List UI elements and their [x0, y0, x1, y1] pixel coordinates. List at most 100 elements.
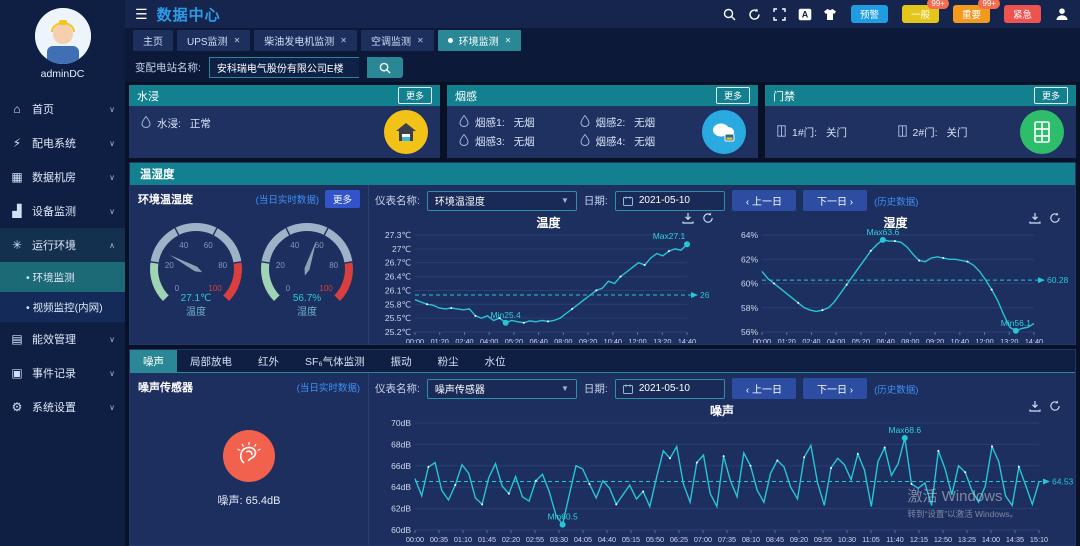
station-name-input[interactable]: 安科瑞电气股份有限公司E楼: [209, 57, 359, 78]
close-icon[interactable]: ✕: [505, 36, 512, 45]
sidebar-item-设备监测[interactable]: ▟设备监测∨: [0, 194, 125, 228]
history-data-link[interactable]: (历史数据): [874, 382, 918, 396]
next-day-button[interactable]: 下一日 ›: [803, 190, 867, 211]
sidebar-item-label: 系统设置: [32, 399, 101, 415]
env-tab-SF₆气体监测[interactable]: SF₆气体监测: [292, 350, 378, 372]
close-icon[interactable]: ✕: [234, 36, 241, 45]
sidebar-item-数据机房[interactable]: ▦数据机房∨: [0, 160, 125, 194]
chevron-down-icon: ∨: [109, 335, 115, 344]
refresh-icon[interactable]: [1049, 212, 1061, 224]
theme-icon[interactable]: [822, 6, 838, 22]
smoke-cloud-icon: [702, 110, 746, 154]
alarm-badge-重要[interactable]: 重要99+: [953, 5, 990, 23]
meter-select[interactable]: 噪声传感器 ▼: [427, 379, 577, 399]
meter-select[interactable]: 环境温湿度 ▼: [427, 191, 577, 211]
prev-day-button[interactable]: ‹ 上一日: [732, 190, 796, 211]
content: 水浸更多水浸: 正常烟感更多烟感1: 无烟烟感2: 无烟烟感3: 无烟烟感4: …: [125, 82, 1080, 546]
avatar[interactable]: [35, 8, 91, 64]
tab-柴油发电机监测[interactable]: 柴油发电机监测✕: [254, 30, 357, 51]
svg-text:13:20: 13:20: [653, 337, 671, 343]
svg-text:02:40: 02:40: [802, 337, 820, 343]
card-items: 烟感1: 无烟烟感2: 无烟烟感3: 无烟烟感4: 无烟: [459, 115, 694, 149]
submenu-item-视频监控(内网)[interactable]: • 视频监控(内网): [0, 292, 125, 322]
svg-text:10:40: 10:40: [604, 337, 622, 343]
svg-text:08:00: 08:00: [554, 337, 572, 343]
chevron-down-icon: ∨: [109, 105, 115, 114]
alarm-badge-一般[interactable]: 一般99+: [902, 5, 939, 23]
next-day-button[interactable]: 下一日 ›: [803, 378, 867, 399]
alarm-badge-紧急[interactable]: 紧急: [1004, 5, 1041, 23]
download-icon[interactable]: [682, 212, 694, 224]
sidebar-item-label: 数据机房: [32, 169, 101, 185]
more-button[interactable]: 更多: [716, 87, 750, 104]
date-picker[interactable]: 2021-05-10: [615, 379, 725, 399]
tab-label: UPS监测: [187, 33, 228, 48]
sidebar-item-系统设置[interactable]: ⚙系统设置∨: [0, 390, 125, 424]
more-button[interactable]: 更多: [398, 87, 432, 104]
door-icon: [777, 125, 786, 140]
svg-text:12:00: 12:00: [975, 337, 993, 343]
hamburger-menu-icon[interactable]: ☰: [135, 6, 148, 23]
tab-主页[interactable]: 主页: [133, 30, 173, 51]
sidebar-item-配电系统[interactable]: ⚡配电系统∨: [0, 126, 125, 160]
sidebar-item-运行环境[interactable]: ✳运行环境∧: [0, 228, 125, 262]
alarm-count-badge: 99+: [927, 0, 949, 9]
sidebar-item-事件记录[interactable]: ▣事件记录∨: [0, 356, 125, 390]
date-picker[interactable]: 2021-05-10: [615, 191, 725, 211]
realtime-data-label: (当日实时数据): [256, 192, 319, 206]
noise-panel: 噪声局部放电红外SF₆气体监测振动粉尘水位 噪声传感器 (当日实时数据): [129, 349, 1076, 546]
submenu-item-环境监测[interactable]: • 环境监测: [0, 262, 125, 292]
download-icon[interactable]: [1029, 212, 1041, 224]
sensor-label: 水浸:: [157, 116, 181, 131]
env-icon: ✳: [10, 238, 24, 252]
environment-tabs: 噪声局部放电红外SF₆气体监测振动粉尘水位: [130, 350, 1075, 373]
history-data-link[interactable]: (历史数据): [874, 194, 918, 208]
search-icon[interactable]: [722, 6, 738, 22]
svg-text:100: 100: [319, 284, 333, 293]
calendar-icon: [623, 384, 633, 394]
refresh-icon[interactable]: [747, 6, 763, 22]
svg-text:00:00: 00:00: [753, 337, 771, 343]
droplet-icon: [459, 134, 469, 149]
power-icon: ⚡: [10, 136, 24, 150]
svg-text:10:40: 10:40: [951, 337, 969, 343]
sensor-status-item: 烟感2: 无烟: [580, 115, 695, 130]
svg-text:25.2℃: 25.2℃: [385, 327, 412, 337]
tab-UPS监测[interactable]: UPS监测 ✕: [177, 30, 250, 51]
env-tab-噪声[interactable]: 噪声: [130, 350, 177, 372]
station-search-button[interactable]: [367, 57, 403, 78]
sensor-value: 无烟: [631, 134, 655, 149]
svg-text:05:20: 05:20: [852, 337, 870, 343]
svg-text:00:35: 00:35: [430, 535, 448, 544]
env-tab-振动[interactable]: 振动: [378, 350, 425, 372]
env-tab-局部放电[interactable]: 局部放电: [177, 350, 245, 372]
translate-icon[interactable]: A: [797, 6, 813, 22]
refresh-icon[interactable]: [1049, 400, 1061, 412]
svg-text:01:10: 01:10: [454, 535, 472, 544]
svg-text:02:40: 02:40: [455, 337, 473, 343]
close-icon[interactable]: ✕: [417, 36, 424, 45]
sidebar-item-能效管理[interactable]: ▤能效管理∨: [0, 322, 125, 356]
svg-text:Min56.1: Min56.1: [1001, 318, 1032, 328]
close-icon[interactable]: ✕: [340, 36, 347, 45]
env-tab-粉尘[interactable]: 粉尘: [425, 350, 472, 372]
sidebar-item-首页[interactable]: ⌂首页∨: [0, 92, 125, 126]
download-icon[interactable]: [1029, 400, 1041, 412]
tab-空调监测[interactable]: 空调监测✕: [361, 30, 434, 51]
tab-环境监测[interactable]: 环境监测✕: [438, 30, 522, 51]
more-button[interactable]: 更多: [1034, 87, 1068, 104]
env-tab-水位[interactable]: 水位: [472, 350, 519, 372]
gauge-more-button[interactable]: 更多: [325, 190, 360, 208]
svg-text:60: 60: [315, 241, 324, 250]
card-items: 水浸: 正常: [141, 116, 376, 131]
alarm-badge-预警[interactable]: 预警: [851, 5, 888, 23]
prev-day-button[interactable]: ‹ 上一日: [732, 378, 796, 399]
refresh-icon[interactable]: [702, 212, 714, 224]
svg-text:Max27.1: Max27.1: [653, 231, 686, 241]
humidity-chart: 56%58%60%62%64%00:0001:2002:4004:0005:20…: [722, 229, 1070, 343]
user-icon[interactable]: [1054, 6, 1070, 22]
search-icon: [379, 62, 391, 74]
temperature-chart-block: 温度 25.2℃25.5℃25.8℃26.1℃26.4℃26.7℃27℃27.3…: [375, 214, 722, 343]
fullscreen-icon[interactable]: [772, 6, 788, 22]
env-tab-红外[interactable]: 红外: [245, 350, 292, 372]
